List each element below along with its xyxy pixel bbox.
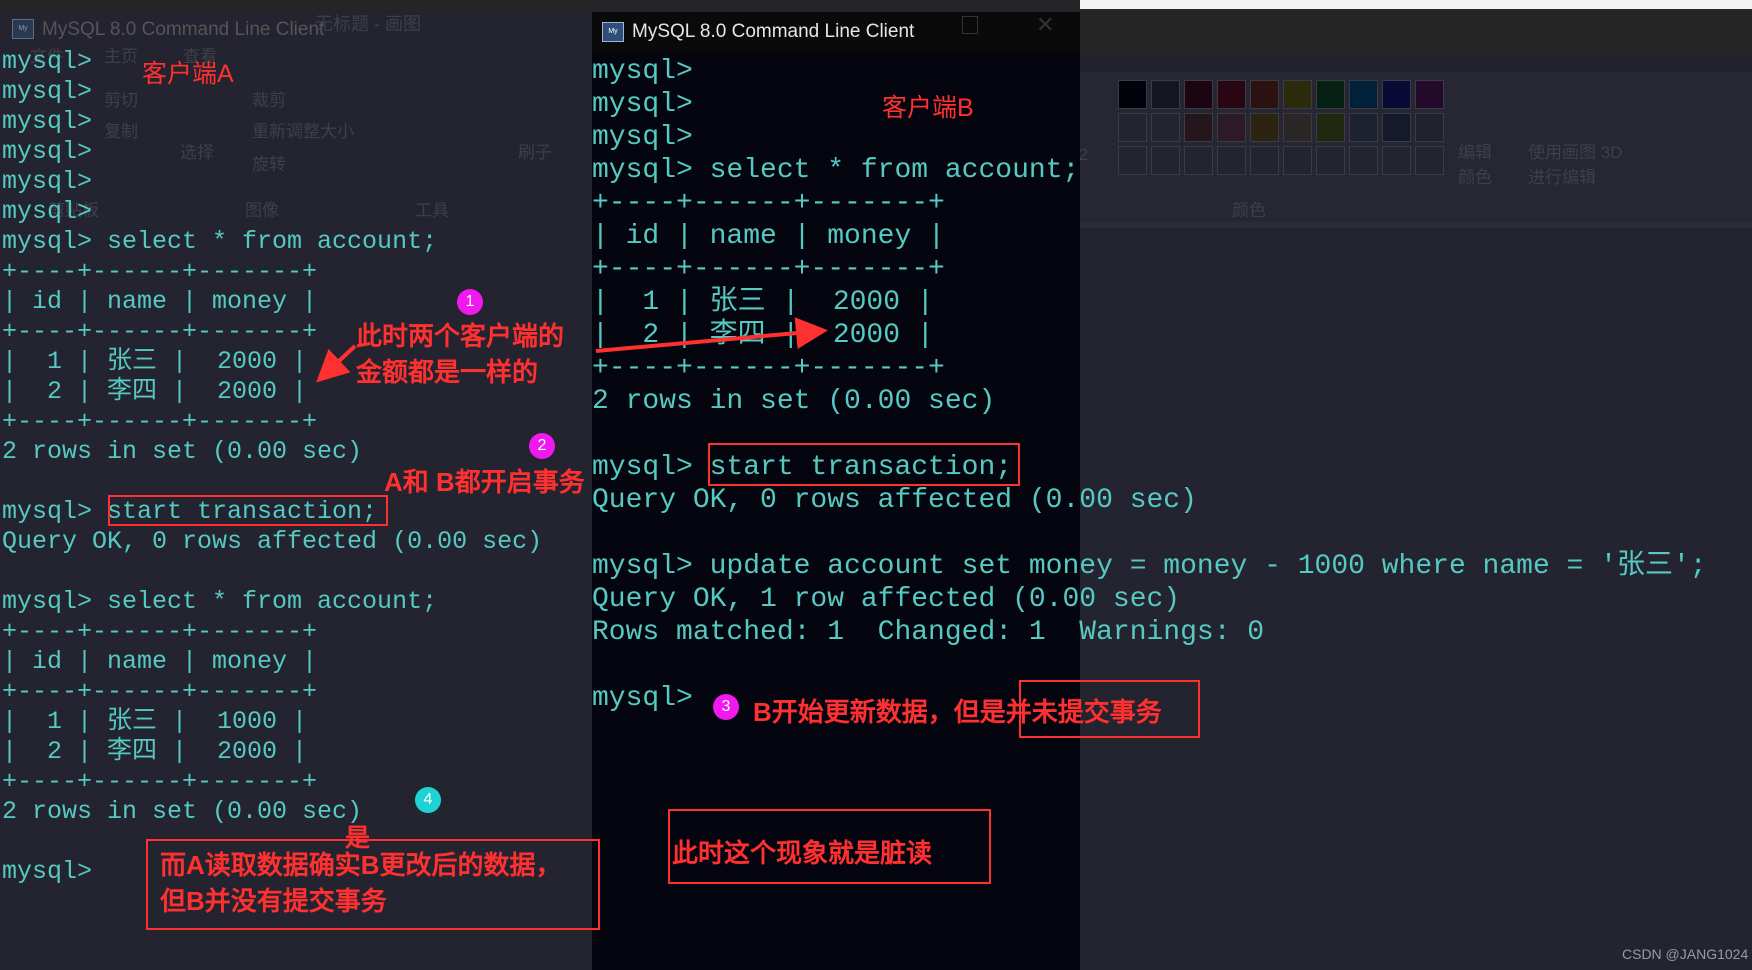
highlight-b-start-transaction [708,443,1020,486]
step-4-line-1: 而A读取数据确实B更改后的数据， [160,850,562,880]
step-2-note: A和 B都开启事务 [384,467,585,497]
conclusion-note: 此时这个现象就是脏读 [672,838,933,868]
step-4-note: 而A读取数据确实B更改后的数据， 但B并没有提交事务 [160,847,562,919]
highlight-a-start-transaction [108,495,388,526]
step-4-line-2: 但B并没有提交事务 [160,886,387,916]
highlight-not-committed [1019,680,1200,738]
step-3-marker: 3 [713,694,739,720]
arrow-client-b [595,317,828,353]
step-2-marker: 2 [529,433,555,459]
watermark: CSDN @JANG1024 [1622,946,1749,962]
step-4-marker: 4 [415,787,441,813]
arrow-step-1 [316,344,357,383]
